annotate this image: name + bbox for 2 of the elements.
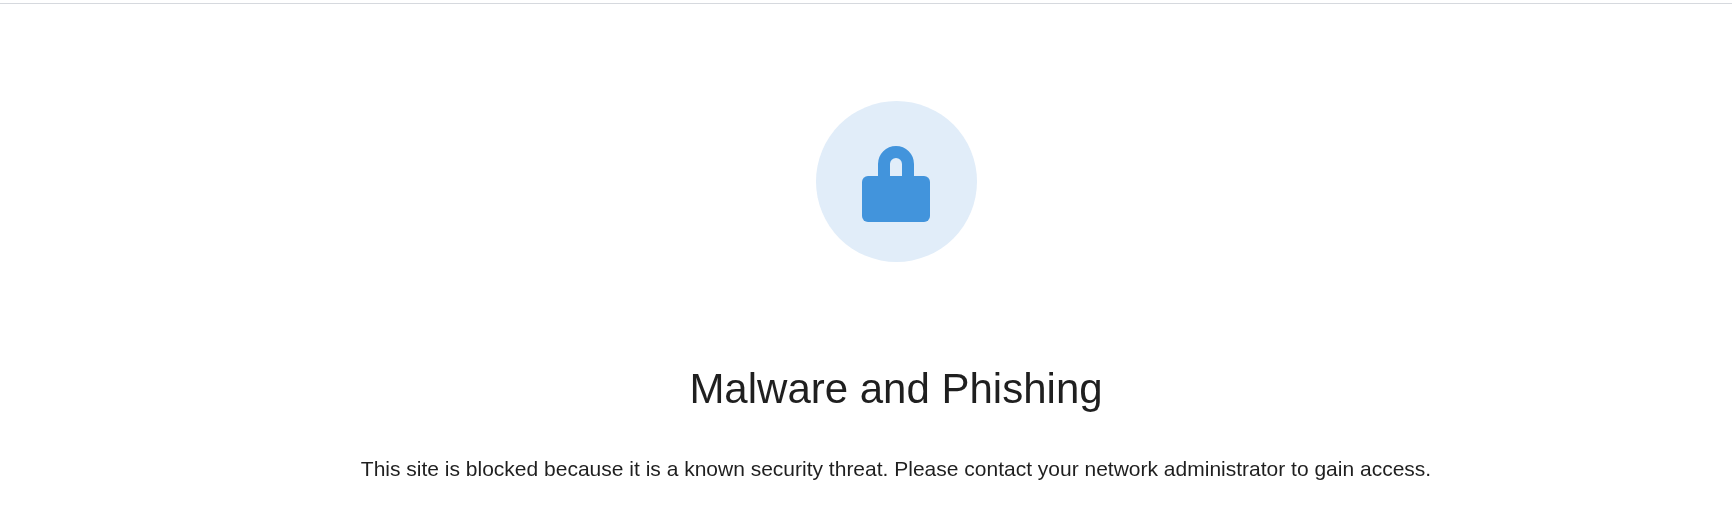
block-message: This site is blocked because it is a known security threat. Please contact your network administrator to gain access. bbox=[360, 456, 1432, 482]
page-title: Malware and Phishing bbox=[689, 364, 1103, 414]
